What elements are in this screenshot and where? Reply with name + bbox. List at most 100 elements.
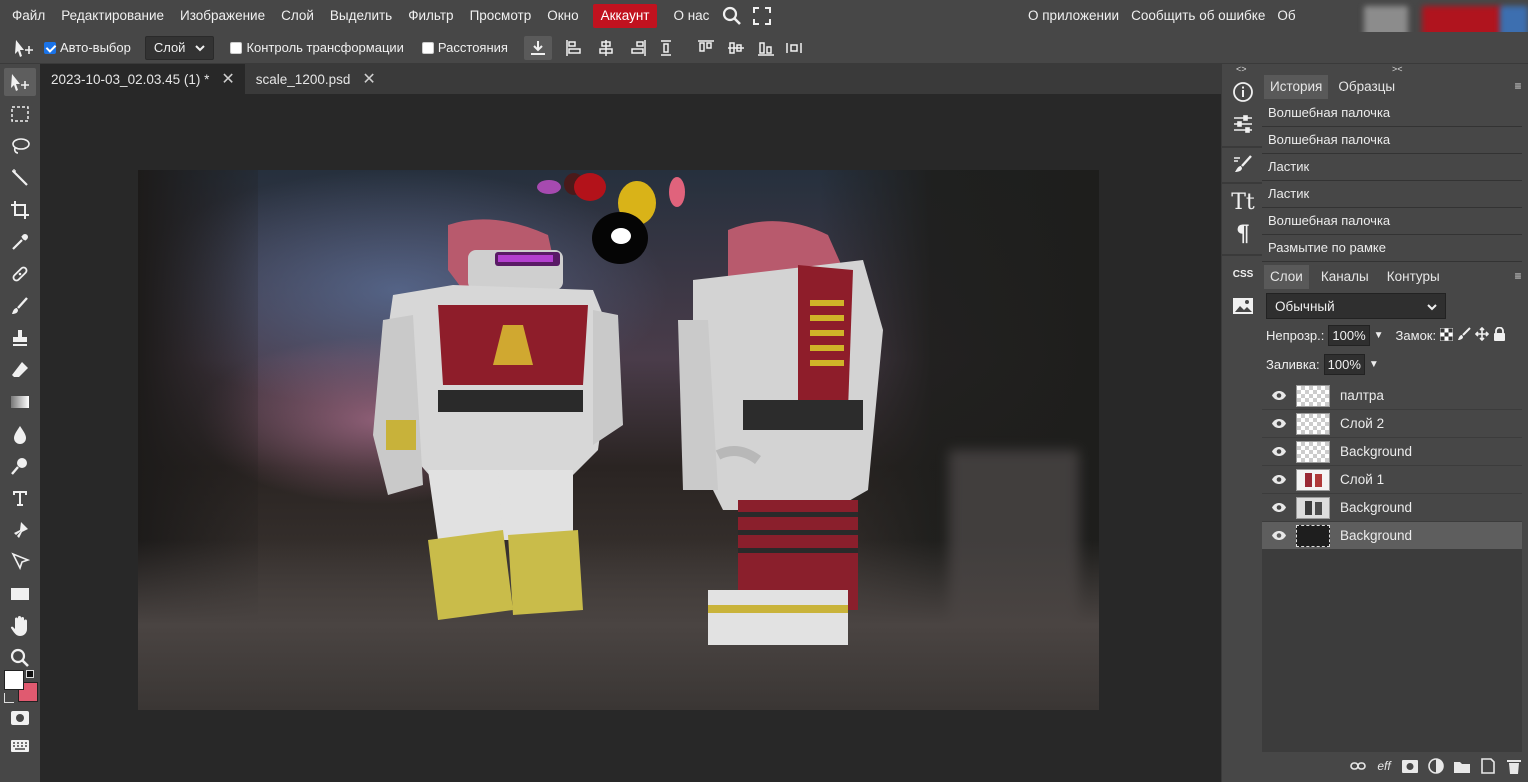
zoom-tool[interactable] bbox=[4, 644, 36, 672]
eye-icon[interactable] bbox=[1262, 474, 1296, 485]
new-group-icon[interactable] bbox=[1452, 756, 1472, 776]
magic-wand-tool[interactable] bbox=[4, 164, 36, 192]
eye-icon[interactable] bbox=[1262, 418, 1296, 429]
opacity-input[interactable]: 100% bbox=[1328, 325, 1370, 346]
image-icon[interactable] bbox=[1228, 292, 1258, 320]
keyboard-tool[interactable] bbox=[4, 732, 36, 760]
gradient-tool[interactable] bbox=[4, 388, 36, 416]
quick-mask-tool[interactable] bbox=[4, 704, 36, 732]
history-item[interactable]: Волшебная палочка bbox=[1262, 100, 1522, 127]
document-tab-active[interactable]: 2023-10-03_02.03.45 (1) * ✕ bbox=[40, 64, 245, 94]
eye-icon[interactable] bbox=[1262, 530, 1296, 541]
menu-select[interactable]: Выделить bbox=[322, 4, 400, 28]
history-item[interactable]: Размытие по рамке bbox=[1262, 235, 1522, 262]
align-top-icon[interactable] bbox=[692, 36, 720, 60]
adjustment-layer-icon[interactable] bbox=[1426, 756, 1446, 776]
crop-tool[interactable] bbox=[4, 196, 36, 224]
document-canvas[interactable] bbox=[138, 170, 1099, 710]
distribute-h-icon[interactable] bbox=[780, 36, 808, 60]
lock-transparency-icon[interactable] bbox=[1440, 327, 1454, 344]
lock-brush-icon[interactable] bbox=[1457, 327, 1471, 344]
swap-colors-icon[interactable] bbox=[4, 693, 14, 703]
eye-icon[interactable] bbox=[1262, 446, 1296, 457]
layer-effects-icon[interactable]: eff bbox=[1374, 756, 1394, 776]
info-icon[interactable] bbox=[1228, 78, 1258, 106]
stamp-tool[interactable] bbox=[4, 324, 36, 352]
tab-swatches[interactable]: Образцы bbox=[1332, 75, 1401, 99]
lock-all-icon[interactable] bbox=[1493, 326, 1506, 344]
align-right-icon[interactable] bbox=[624, 36, 652, 60]
fill-input[interactable]: 100% bbox=[1323, 354, 1365, 375]
distribute-v-icon[interactable] bbox=[652, 36, 680, 60]
brush-tool[interactable] bbox=[4, 292, 36, 320]
history-item[interactable]: Волшебная палочка bbox=[1262, 127, 1522, 154]
hand-tool[interactable] bbox=[4, 612, 36, 640]
layer-row[interactable]: Background bbox=[1262, 438, 1522, 466]
transform-check-box[interactable] bbox=[230, 41, 243, 54]
layer-row[interactable]: Слой 1 bbox=[1262, 466, 1522, 494]
history-item[interactable]: Ластик bbox=[1262, 154, 1522, 181]
eye-icon[interactable] bbox=[1262, 390, 1296, 401]
type-tool[interactable] bbox=[4, 484, 36, 512]
brush-presets-icon[interactable] bbox=[1228, 150, 1258, 178]
history-item[interactable]: Ластик bbox=[1262, 181, 1522, 208]
menu-view[interactable]: Просмотр bbox=[462, 4, 540, 28]
lock-position-icon[interactable] bbox=[1474, 326, 1490, 344]
distances-check-box[interactable] bbox=[421, 41, 434, 54]
fill-dropdown-icon[interactable]: ▼ bbox=[1369, 359, 1379, 370]
foreground-color-swatch[interactable] bbox=[4, 670, 24, 690]
panel-menu-icon[interactable]: ≡ bbox=[1510, 266, 1526, 286]
panel-menu-icon[interactable]: ≡ bbox=[1510, 76, 1526, 96]
close-icon[interactable]: ✕ bbox=[221, 69, 234, 89]
menu-image[interactable]: Изображение bbox=[172, 4, 273, 28]
layer-row[interactable]: палтра bbox=[1262, 382, 1522, 410]
character-icon[interactable]: Tt bbox=[1228, 188, 1258, 216]
menu-file[interactable]: Файл bbox=[4, 4, 53, 28]
menu-edit[interactable]: Редактирование bbox=[53, 4, 172, 28]
align-middle-v-icon[interactable] bbox=[722, 36, 750, 60]
tab-paths[interactable]: Контуры bbox=[1381, 265, 1446, 289]
eraser-tool[interactable] bbox=[4, 356, 36, 384]
document-tab[interactable]: scale_1200.psd ✕ bbox=[245, 64, 386, 94]
menu-more[interactable]: Об bbox=[1271, 4, 1301, 28]
path-select-tool[interactable] bbox=[4, 548, 36, 576]
eyedropper-tool[interactable] bbox=[4, 228, 36, 256]
select-target-dropdown[interactable]: Слой bbox=[144, 35, 215, 60]
collapse-arrows-icon[interactable]: <> bbox=[1236, 64, 1247, 74]
marquee-tool[interactable] bbox=[4, 100, 36, 128]
move-tool[interactable] bbox=[4, 68, 36, 96]
align-center-h-icon[interactable] bbox=[592, 36, 620, 60]
move-tool-icon[interactable] bbox=[10, 36, 38, 60]
distances-checkbox[interactable]: Расстояния bbox=[421, 40, 508, 55]
shape-tool[interactable] bbox=[4, 580, 36, 608]
search-icon[interactable] bbox=[717, 4, 747, 28]
auto-select-checkbox[interactable]: Авто-выбор bbox=[44, 40, 131, 55]
eye-icon[interactable] bbox=[1262, 502, 1296, 513]
layer-row-selected[interactable]: Background bbox=[1262, 522, 1522, 550]
blend-mode-select[interactable]: Обычный bbox=[1266, 293, 1446, 319]
opacity-dropdown-icon[interactable]: ▼ bbox=[1374, 330, 1384, 341]
auto-select-check-mark[interactable] bbox=[44, 41, 56, 54]
history-item[interactable]: Волшебная палочка bbox=[1262, 208, 1522, 235]
pen-tool[interactable] bbox=[4, 516, 36, 544]
menu-filter[interactable]: Фильтр bbox=[400, 4, 461, 28]
menu-about[interactable]: О нас bbox=[665, 4, 717, 28]
default-colors-icon[interactable] bbox=[26, 670, 34, 678]
link-layers-icon[interactable] bbox=[1348, 756, 1368, 776]
download-icon[interactable] bbox=[523, 35, 552, 60]
delete-layer-icon[interactable] bbox=[1504, 756, 1524, 776]
transform-controls-checkbox[interactable]: Контроль трансформации bbox=[230, 40, 404, 55]
layer-mask-icon[interactable] bbox=[1400, 756, 1420, 776]
tab-channels[interactable]: Каналы bbox=[1315, 265, 1375, 289]
tab-layers[interactable]: Слои bbox=[1264, 265, 1309, 289]
align-left-icon[interactable] bbox=[560, 36, 588, 60]
paragraph-icon[interactable]: ¶ bbox=[1228, 220, 1258, 248]
layer-row[interactable]: Слой 2 bbox=[1262, 410, 1522, 438]
menu-about-app[interactable]: О приложении bbox=[1022, 4, 1125, 28]
adjustments-icon[interactable] bbox=[1228, 110, 1258, 138]
menu-layer[interactable]: Слой bbox=[273, 4, 322, 28]
blur-tool[interactable] bbox=[4, 420, 36, 448]
healing-tool[interactable] bbox=[4, 260, 36, 288]
menu-report-bug[interactable]: Сообщить об ошибке bbox=[1125, 4, 1271, 28]
lasso-tool[interactable] bbox=[4, 132, 36, 160]
